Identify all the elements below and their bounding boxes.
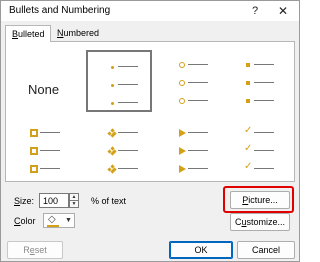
preview-line [88, 126, 148, 138]
four-diamond-bullet-icon [107, 164, 117, 174]
cancel-button[interactable]: Cancel [237, 241, 295, 259]
square-bullet-icon [244, 61, 252, 69]
none-label: None [28, 82, 60, 97]
checkmark-bullet-icon: ✓ [244, 143, 253, 154]
bullet-option-arrowhead[interactable] [158, 122, 218, 182]
hollow-square-bullet-icon [30, 165, 38, 173]
preview-line: ✓ [224, 162, 284, 174]
bullet-option-hollow-square[interactable] [16, 122, 76, 182]
preview-line [158, 162, 218, 174]
preview-line [88, 60, 148, 72]
preview-line [158, 76, 218, 88]
square-bullet-icon [244, 97, 252, 105]
hollow-circle-bullet-icon [178, 97, 186, 105]
four-diamond-bullet-icon [107, 128, 117, 138]
checkmark-bullet-icon: ✓ [244, 125, 253, 136]
tab-strip: Bulleted Numbered [5, 25, 295, 42]
preview-line [224, 76, 284, 88]
preview-line [10, 126, 70, 138]
bullet-option-small-dot[interactable] [86, 50, 152, 112]
tab-numbered[interactable]: Numbered [51, 25, 105, 42]
tab-bulleted-label: ulleted [18, 29, 45, 39]
preview-line: ✓ [224, 126, 284, 138]
arrowhead-bullet-icon [178, 129, 186, 137]
tab-numbered-label: umbered [63, 28, 100, 38]
size-label-text: ize: [20, 196, 35, 206]
bullet-option-hollow-circle[interactable] [158, 52, 218, 112]
preview-line [158, 144, 218, 156]
preview-line [158, 94, 218, 106]
size-spinner[interactable]: ▲ ▼ [69, 193, 79, 208]
dot-bullet-icon [108, 81, 116, 89]
paint-bucket-icon: ◇ [48, 214, 56, 225]
preview-line [88, 144, 148, 156]
hollow-square-bullet-icon [30, 129, 38, 137]
four-diamond-bullet-icon [107, 146, 117, 156]
dot-bullet-icon [108, 99, 116, 107]
bullet-option-filled-square[interactable] [224, 52, 284, 112]
color-label-text: olor [20, 216, 36, 226]
spin-down-icon[interactable]: ▼ [70, 201, 78, 208]
close-icon[interactable]: ✕ [271, 1, 295, 21]
preview-line [224, 94, 284, 106]
customize-label: stomize... [246, 217, 286, 227]
hollow-circle-bullet-icon [178, 79, 186, 87]
bullets-and-numbering-dialog: Bullets and Numbering ? ✕ Bulleted Numbe… [0, 0, 300, 262]
preview-line [158, 58, 218, 70]
hollow-square-bullet-icon [30, 147, 38, 155]
arrowhead-bullet-icon [178, 147, 186, 155]
preview-line [88, 162, 148, 174]
checkmark-bullet-icon: ✓ [244, 161, 253, 172]
dialog-title: Bullets and Numbering [9, 5, 111, 16]
spin-up-icon[interactable]: ▲ [70, 194, 78, 201]
bullet-option-none[interactable]: None [16, 52, 76, 112]
preview-line [224, 58, 284, 70]
color-picker-button[interactable]: ◇ ▼ [43, 213, 75, 228]
size-label: Size: [14, 196, 34, 206]
annotation-highlight-box [223, 186, 294, 213]
preview-line [88, 78, 148, 90]
ok-button[interactable]: OK [169, 241, 233, 259]
dot-bullet-icon [108, 63, 116, 71]
preview-line: ✓ [224, 144, 284, 156]
customize-button[interactable]: Customize... [230, 213, 290, 231]
size-suffix: % of text [91, 196, 127, 206]
tab-bulleted[interactable]: Bulleted [5, 25, 51, 42]
chevron-down-icon: ▼ [65, 217, 72, 224]
preview-line [10, 162, 70, 174]
preview-line [88, 96, 148, 108]
bullet-gallery: None ✓ ✓ ✓ [5, 41, 295, 182]
hollow-circle-bullet-icon [178, 61, 186, 69]
arrowhead-bullet-icon [178, 165, 186, 173]
help-button[interactable]: ? [243, 1, 267, 21]
color-swatch [47, 225, 59, 227]
preview-line [10, 144, 70, 156]
title-bar: Bullets and Numbering ? ✕ [1, 1, 299, 21]
bullet-option-four-diamond[interactable] [88, 122, 148, 182]
bullet-option-checkmark[interactable]: ✓ ✓ ✓ [224, 122, 284, 182]
preview-line [158, 126, 218, 138]
reset-button[interactable]: Reset [7, 241, 63, 259]
color-label: Color [14, 216, 36, 226]
size-input[interactable]: 100 [39, 193, 69, 208]
square-bullet-icon [244, 79, 252, 87]
reset-label: set [34, 245, 47, 255]
